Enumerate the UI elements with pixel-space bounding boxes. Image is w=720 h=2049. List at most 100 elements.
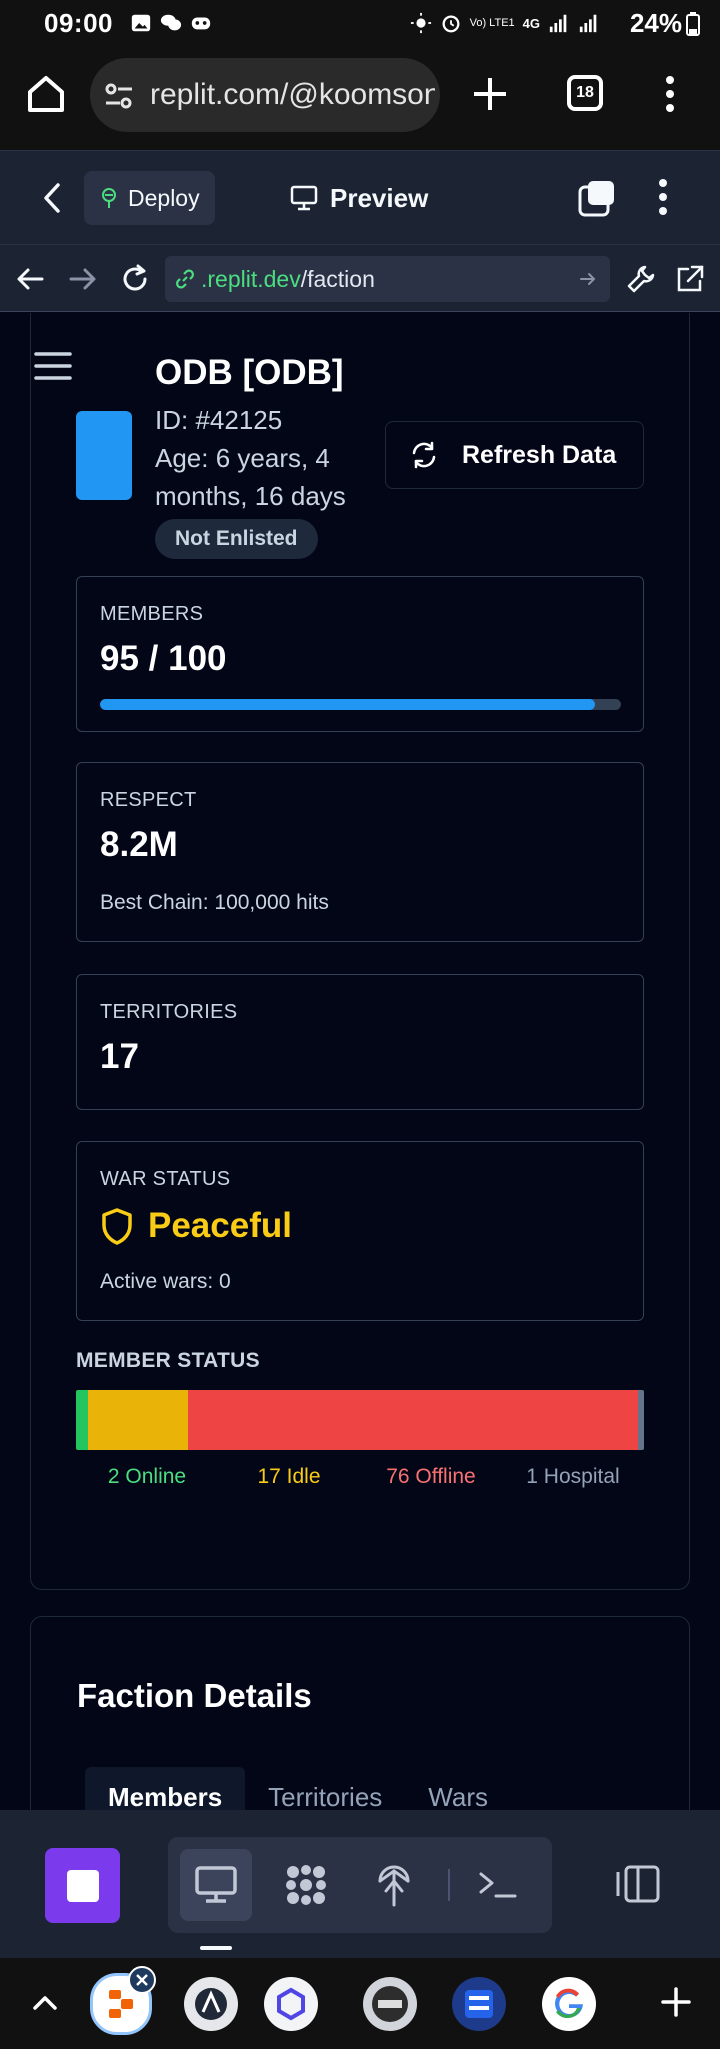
member-status-legend-idle: 17 Idle (257, 1465, 321, 1488)
faction-age: Age: 6 years, 4 months, 16 days (155, 443, 346, 511)
war-status-label: WAR STATUS (100, 1168, 231, 1190)
tab-wars[interactable]: Wars (405, 1767, 511, 1811)
tab-count: 18 (576, 84, 594, 101)
apps-toolbar-button[interactable] (270, 1849, 342, 1921)
preview-toolbar-button[interactable] (180, 1849, 252, 1921)
tools-app-icon (465, 1990, 493, 2018)
members-progress (100, 699, 621, 710)
system-icons: Vo) LTE1 4G (410, 12, 600, 34)
member-status-legend-hospital: 1 Hospital (526, 1465, 620, 1488)
google-icon (555, 1988, 583, 2019)
members-label: MEMBERS (100, 603, 204, 625)
grid-apps-icon (286, 1865, 326, 1905)
shelf-app-3[interactable] (264, 1977, 318, 2031)
shelf-app-5[interactable] (452, 1977, 506, 2031)
hamburger-menu-icon[interactable] (34, 351, 72, 381)
address-field[interactable]: .replit.dev/faction (165, 256, 610, 302)
member-status-legend-online: 2 Online (107, 1465, 187, 1488)
members-value: 95 / 100 (100, 639, 227, 678)
close-app-icon[interactable] (128, 1966, 156, 1994)
site-settings-icon[interactable] (104, 82, 134, 110)
tab-territories[interactable]: Territories (245, 1767, 405, 1811)
war-status-value: Peaceful (100, 1206, 292, 1246)
shelf-app-2[interactable] (184, 1977, 238, 2031)
refresh-data-button[interactable]: Refresh Data (385, 421, 644, 489)
chat-icon (160, 14, 182, 31)
territories-label: TERRITORIES (100, 1001, 238, 1023)
member-status-label: MEMBER STATUS (76, 1349, 260, 1372)
shell-toolbar-button[interactable] (462, 1849, 534, 1921)
brightness-icon (410, 12, 431, 34)
app-shelf (0, 1958, 720, 2049)
signal-icon-2 (579, 14, 597, 33)
app-logo-icon (195, 1988, 227, 2020)
replit-header: Deploy Preview (0, 150, 720, 244)
back-arrow-icon[interactable] (14, 263, 46, 295)
browser-menu-icon[interactable] (660, 74, 680, 114)
battery-percent: 24% (629, 8, 682, 38)
preview-tab[interactable]: Preview (290, 171, 428, 225)
battery-icon (686, 11, 700, 36)
member-status-segment-hospital (638, 1390, 644, 1450)
new-tab-icon[interactable] (470, 74, 510, 114)
deploy-antenna-icon (378, 1865, 410, 1907)
deploy-button[interactable]: Deploy (84, 171, 215, 225)
windows-icon[interactable] (578, 179, 616, 217)
respect-value: 8.2M (100, 825, 178, 864)
member-status-bar (76, 1390, 644, 1450)
address-host: .replit.dev (201, 265, 301, 292)
open-external-icon[interactable] (674, 263, 706, 295)
shelf-app-google[interactable] (542, 1977, 596, 2031)
war-status-card: WAR STATUS Peaceful Active wars: 0 (76, 1141, 644, 1321)
active-indicator (200, 1946, 232, 1950)
alarm-icon (442, 15, 460, 33)
replit-menu-icon[interactable] (654, 177, 672, 217)
member-status-segment-online (76, 1390, 88, 1450)
deploy-toolbar-button[interactable] (358, 1849, 430, 1921)
add-app-icon[interactable] (660, 1986, 692, 2018)
shelf-app-4[interactable] (363, 1977, 417, 2031)
game-icon (191, 17, 211, 30)
territories-card: TERRITORIES 17 (76, 974, 644, 1110)
monitor-icon (290, 185, 318, 211)
faction-logo (76, 411, 132, 500)
hexagon-app-icon (277, 1987, 305, 2021)
terminal-icon (479, 1872, 517, 1898)
url-text[interactable]: replit.com/@koomsonk (150, 78, 435, 112)
go-arrow-icon[interactable] (578, 269, 598, 289)
deploy-icon (102, 188, 116, 208)
devtools-wrench-icon[interactable] (625, 263, 657, 295)
faction-meta: ID: #42125 Age: 6 years, 4 months, 16 da… (155, 401, 370, 515)
chevron-up-icon[interactable] (30, 1988, 60, 2018)
link-icon (176, 269, 194, 289)
replit-toolbar (0, 1810, 720, 1958)
panel-toggle-icon[interactable] (612, 1864, 662, 1904)
reload-icon[interactable] (119, 263, 151, 295)
url-bar[interactable]: replit.com/@koomsonk (90, 58, 440, 132)
torn-logo-icon (372, 1986, 408, 2022)
tab-members[interactable]: Members (85, 1767, 246, 1810)
member-status-legend: 2 Online 17 Idle 76 Offline 1 Hospital (76, 1465, 644, 1489)
address-path: /faction (300, 265, 375, 292)
tab-switcher-button[interactable]: 18 (567, 75, 603, 111)
deploy-label: Deploy (128, 184, 200, 211)
refresh-icon (412, 441, 436, 469)
shield-icon (102, 1208, 132, 1245)
member-status-segment-idle (87, 1390, 189, 1450)
notification-icons (130, 12, 212, 34)
details-tabs: Members Territories Wars (85, 1767, 511, 1810)
stop-icon (66, 1869, 99, 1902)
signal-icon (549, 14, 567, 33)
gallery-icon (131, 14, 151, 32)
home-icon[interactable] (24, 72, 68, 116)
battery: 24% (630, 8, 700, 39)
network-label: 4G (522, 15, 540, 31)
monitor-icon (195, 1866, 237, 1903)
replit-app-button[interactable] (45, 1848, 120, 1923)
faction-details-title: Faction Details (77, 1677, 312, 1714)
member-status-segment-offline (188, 1390, 639, 1450)
status-time: 09:00 (44, 8, 113, 38)
territories-value: 17 (100, 1037, 139, 1076)
back-chevron-icon[interactable] (38, 181, 68, 215)
forward-arrow-icon[interactable] (67, 263, 99, 295)
